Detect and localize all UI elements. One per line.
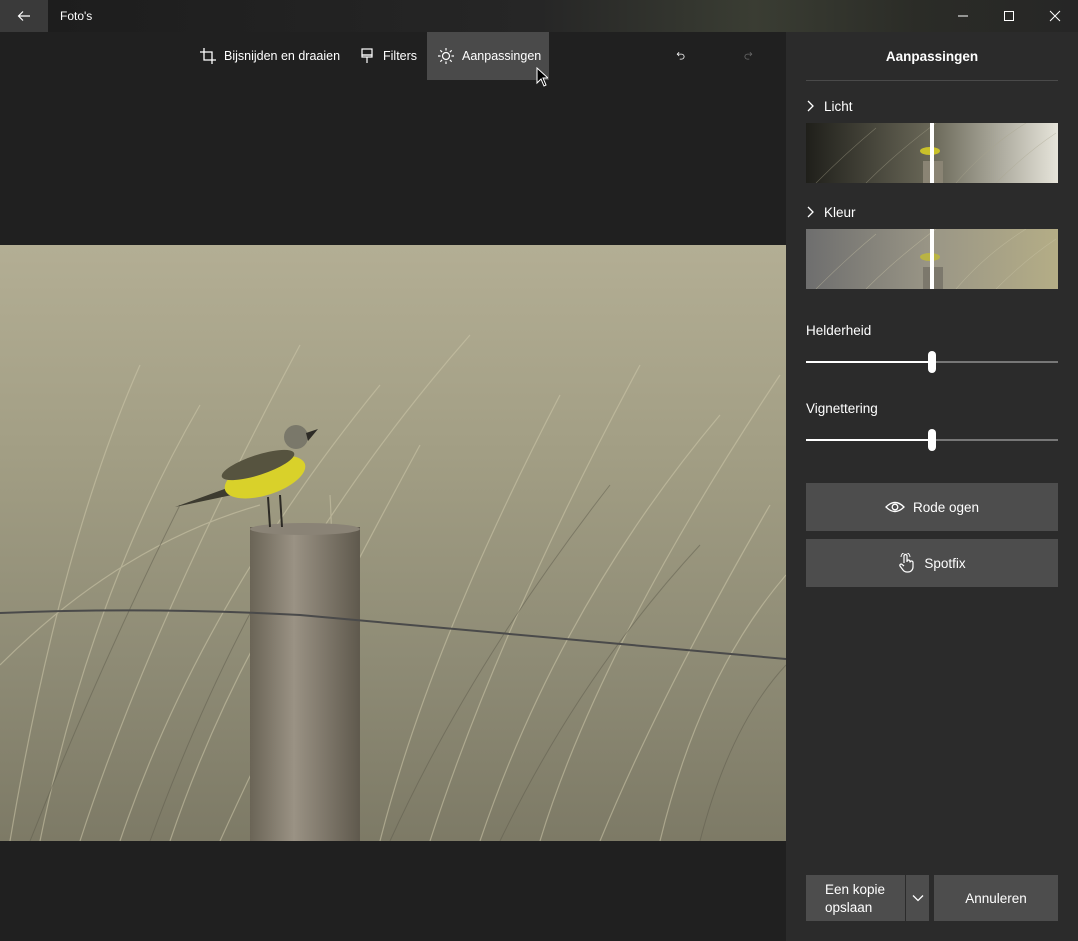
paint-brush-icon [361, 48, 373, 63]
save-copy-label-line2: opslaan [825, 900, 873, 915]
chevron-right-icon [807, 206, 814, 218]
editing-canvas [0, 32, 786, 941]
adjustments-panel: Aanpassingen Licht Kleur Helderheid Vign… [786, 32, 1078, 941]
close-button[interactable] [1032, 0, 1078, 32]
mouse-cursor-icon [536, 67, 548, 87]
cancel-button[interactable]: Annuleren [934, 875, 1058, 921]
adjustments-label: Aanpassingen [462, 49, 542, 63]
crop-rotate-tool[interactable]: Bijsnijden en draaien [200, 32, 340, 80]
chevron-right-icon [807, 100, 814, 112]
red-eye-button[interactable]: Rode ogen [806, 483, 1058, 531]
panel-title: Aanpassingen [885, 49, 979, 64]
back-button[interactable] [0, 0, 48, 32]
maximize-button[interactable] [986, 0, 1032, 32]
section-light-label: Licht [824, 98, 853, 114]
filters-tool[interactable]: Filters [359, 32, 417, 80]
close-icon [1049, 10, 1061, 22]
crop-icon [200, 48, 216, 64]
sun-icon [438, 48, 454, 64]
slider-fill [806, 439, 932, 441]
photo-preview [0, 245, 786, 841]
undo-icon [676, 51, 685, 60]
spotfix-button[interactable]: Spotfix [806, 539, 1058, 587]
spotfix-label: Spotfix [924, 555, 966, 571]
minimize-button[interactable] [940, 0, 986, 32]
divider [806, 80, 1058, 81]
eye-icon [885, 501, 905, 513]
maximize-icon [1004, 11, 1014, 21]
app-title: Foto's [60, 9, 93, 23]
chevron-down-icon [912, 895, 923, 902]
color-preview-strip[interactable] [806, 229, 1058, 289]
minimize-icon [958, 15, 968, 17]
save-options-dropdown[interactable] [906, 875, 929, 921]
arrow-left-icon [17, 11, 30, 21]
vignette-label: Vignettering [806, 401, 878, 416]
touch-hand-icon [899, 553, 914, 573]
brightness-slider[interactable] [806, 350, 1058, 374]
brightness-label: Helderheid [806, 323, 872, 338]
crop-rotate-label: Bijsnijden en draaien [224, 49, 341, 63]
slider-fill [806, 361, 932, 363]
section-color[interactable]: Kleur [806, 202, 856, 222]
slider-thumb[interactable] [928, 351, 936, 373]
title-bar: Foto's [0, 0, 1078, 32]
undo-button[interactable] [676, 32, 694, 80]
section-light[interactable]: Licht [806, 96, 853, 116]
slider-thumb[interactable] [928, 429, 936, 451]
redo-button[interactable] [743, 32, 761, 80]
vignette-slider[interactable] [806, 428, 1058, 452]
save-copy-button[interactable]: Een kopie opslaan [806, 875, 905, 921]
section-color-label: Kleur [824, 204, 856, 220]
redo-icon [744, 51, 753, 60]
adjustments-tool[interactable]: Aanpassingen [427, 32, 549, 80]
red-eye-label: Rode ogen [912, 499, 980, 515]
save-copy-label-line1: Een kopie [825, 882, 886, 897]
filters-label: Filters [383, 49, 418, 63]
light-preview-strip[interactable] [806, 123, 1058, 183]
